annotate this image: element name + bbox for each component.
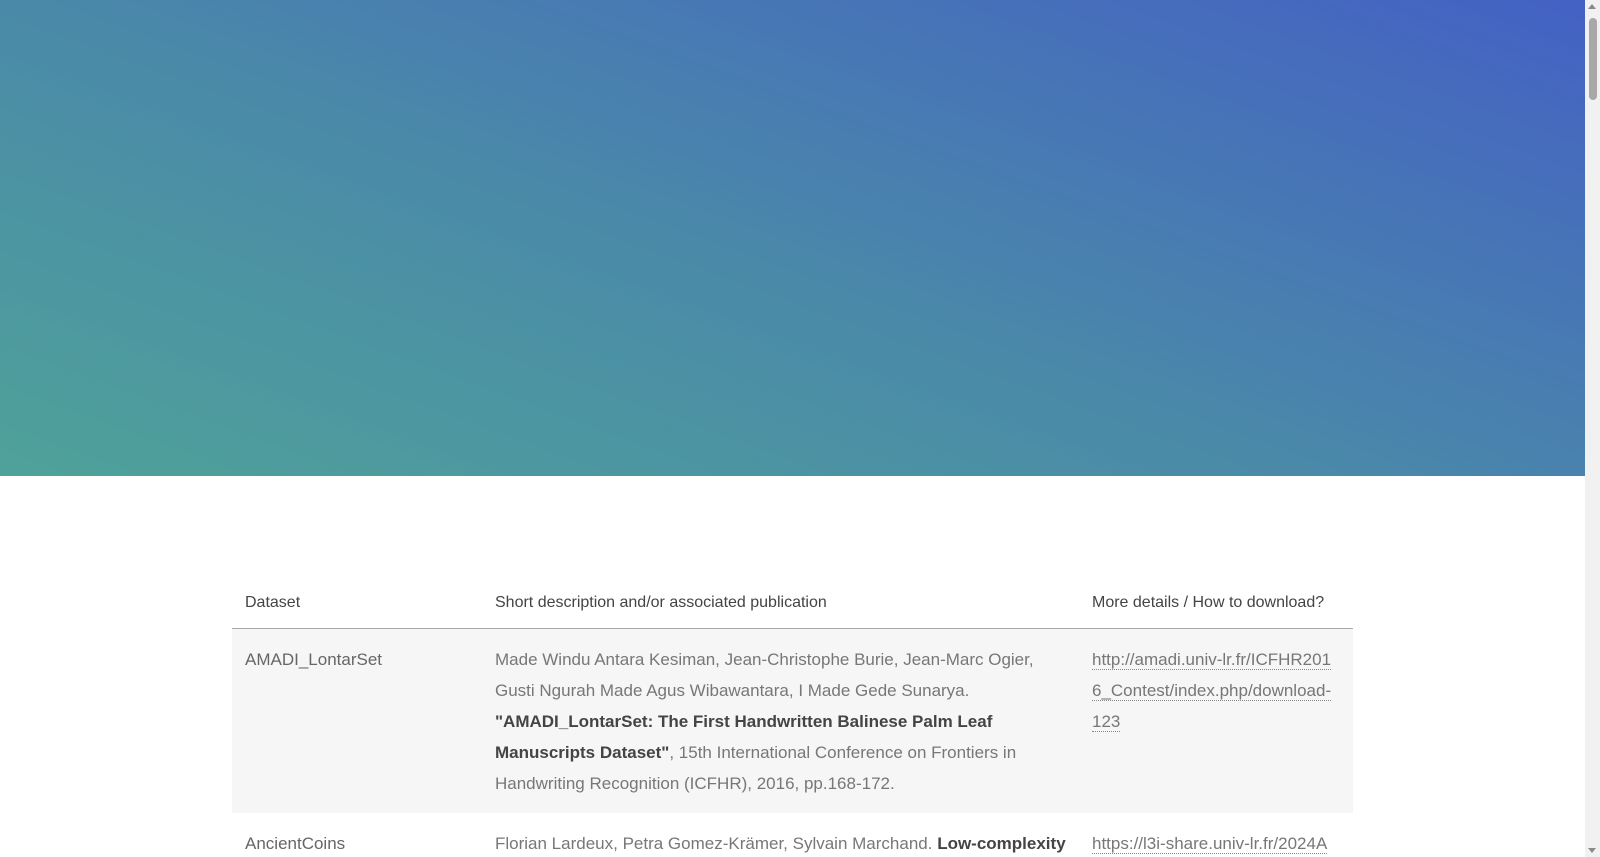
datasets-table: Dataset Short description and/or associa…: [232, 582, 1353, 857]
scroll-up-arrow-icon[interactable]: [1588, 4, 1596, 9]
download-link[interactable]: https://l3i-share.univ-lr.fr/2024A: [1092, 834, 1328, 854]
table-row: AncientCoins Florian Lardeux, Petra Gome…: [232, 813, 1353, 857]
description-cell: Florian Lardeux, Petra Gomez-Krämer, Syl…: [482, 813, 1079, 857]
column-header-description: Short description and/or associated publ…: [482, 582, 1079, 629]
vertical-scrollbar[interactable]: [1585, 0, 1600, 857]
details-cell: https://l3i-share.univ-lr.fr/2024A: [1079, 813, 1353, 857]
table-row: AMADI_LontarSet Made Windu Antara Kesima…: [232, 628, 1353, 813]
page-viewport: Dataset Short description and/or associa…: [0, 0, 1600, 857]
column-header-details: More details / How to download?: [1079, 582, 1353, 629]
dataset-name-cell: AMADI_LontarSet: [232, 628, 482, 813]
publication-authors: Made Windu Antara Kesiman, Jean-Christop…: [495, 650, 1034, 700]
download-link[interactable]: http://amadi.univ-lr.fr/ICFHR2016_Contes…: [1092, 650, 1332, 732]
scrollbar-thumb[interactable]: [1589, 18, 1597, 100]
publication-authors: Florian Lardeux, Petra Gomez-Krämer, Syl…: [495, 834, 938, 853]
table-header-row: Dataset Short description and/or associa…: [232, 582, 1353, 629]
description-cell: Made Windu Antara Kesiman, Jean-Christop…: [482, 628, 1079, 813]
datasets-table-container: Dataset Short description and/or associa…: [232, 582, 1353, 857]
dataset-name-cell: AncientCoins: [245, 834, 346, 853]
publication-title: Low-complexity: [937, 834, 1066, 853]
hero-banner: [0, 0, 1585, 476]
column-header-dataset: Dataset: [232, 582, 482, 629]
scroll-down-arrow-icon[interactable]: [1588, 848, 1596, 853]
details-cell: http://amadi.univ-lr.fr/ICFHR2016_Contes…: [1079, 628, 1353, 813]
